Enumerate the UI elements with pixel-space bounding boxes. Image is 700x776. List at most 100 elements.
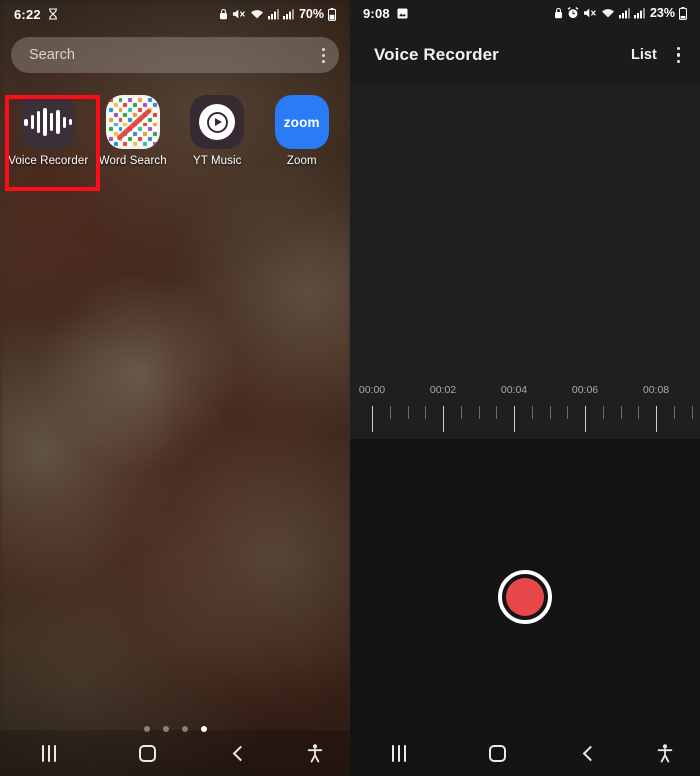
play-ring-glyph [206, 111, 228, 133]
mute-icon [583, 8, 596, 18]
app-voice-recorder[interactable]: Voice Recorder [6, 89, 91, 173]
timeline-tick-minor [531, 406, 533, 419]
timeline-tick-major [656, 406, 657, 432]
voice-recorder-icon[interactable] [21, 95, 76, 149]
app-grid: Voice Recorder Word Search YT Music zoom… [0, 89, 350, 173]
home-icon[interactable] [488, 744, 506, 762]
home-icon[interactable] [138, 744, 156, 762]
recents-icon[interactable] [42, 744, 56, 762]
navigation-bar-left [0, 730, 350, 776]
voice-recorder-app: 9:08 23% Voice Recorder List 00:00 00:02… [350, 0, 700, 776]
accessibility-button[interactable] [630, 743, 700, 763]
status-bar-right-group: 70% [219, 7, 336, 21]
accessibility-button[interactable] [280, 743, 350, 763]
record-area [350, 439, 700, 776]
search-bar[interactable]: Search [11, 37, 339, 73]
kebab-menu-icon[interactable] [676, 47, 680, 63]
timeline-tick-minor [691, 406, 693, 419]
back-button[interactable] [546, 745, 630, 761]
page-dot[interactable] [143, 726, 150, 732]
timeline-tick-minor [496, 406, 498, 419]
timeline-tick-minor [567, 406, 569, 419]
timeline-label: 00:08 [642, 384, 670, 396]
timeline-tick-minor [478, 406, 480, 419]
zoom-wordmark: zoom [283, 114, 320, 130]
list-button[interactable]: List [631, 47, 657, 63]
record-button-fill [506, 578, 544, 616]
search-input[interactable]: Search [29, 47, 75, 63]
back-icon[interactable] [582, 745, 598, 761]
status-time: 9:08 [363, 5, 390, 21]
timeline-ruler[interactable]: 00:00 00:02 00:04 00:06 00:08 [350, 384, 700, 439]
battery-percent: 23% [649, 6, 675, 20]
app-label: YT Music [192, 155, 242, 167]
status-bar-right: 9:08 23% [350, 0, 700, 26]
timeline-label: 00:06 [571, 384, 599, 396]
play-triangle-glyph [214, 118, 222, 126]
timeline-tick-major [372, 406, 373, 432]
app-word-search[interactable]: Word Search [91, 89, 176, 173]
app-yt-music[interactable]: YT Music [175, 89, 260, 173]
waveform-panel[interactable]: 00:00 00:02 00:04 00:06 00:08 [350, 84, 700, 439]
recents-button[interactable] [0, 744, 98, 762]
timeline-label: 00:02 [429, 384, 457, 396]
timeline-tick-minor [460, 406, 462, 419]
timeline-tick-minor [602, 406, 604, 419]
lock-icon [219, 8, 227, 20]
timeline-tick-major [443, 406, 444, 432]
timeline-tick-minor [673, 406, 675, 419]
recents-button[interactable] [350, 744, 448, 762]
kebab-menu-icon[interactable] [322, 47, 325, 63]
header-actions: List [631, 47, 680, 63]
timeline-label: 00:00 [358, 384, 386, 396]
page-dot[interactable] [162, 726, 169, 732]
signal-icon [633, 8, 645, 19]
app-label: Zoom [286, 155, 317, 167]
page-dot[interactable] [181, 726, 188, 732]
page-indicator[interactable] [0, 726, 350, 732]
status-time: 6:22 [14, 6, 41, 22]
app-header: Voice Recorder List [350, 26, 700, 84]
timeline-ticks [350, 406, 700, 440]
battery-icon [679, 6, 687, 20]
zoom-icon[interactable]: zoom [274, 95, 329, 149]
app-label: Voice Recorder [8, 155, 89, 167]
status-bar-left-group: 9:08 [363, 6, 408, 21]
status-bar-left-group: 6:22 [14, 7, 58, 22]
home-button[interactable] [98, 744, 196, 762]
dual-screenshot-container: 6:22 70% Search Voice Recorder Word Sear… [0, 0, 700, 776]
signal-icon [282, 9, 294, 20]
timeline-tick-minor [389, 406, 391, 419]
recents-icon[interactable] [392, 744, 406, 762]
app-label: Word Search [98, 155, 167, 167]
timeline-tick-minor [425, 406, 427, 419]
status-bar-right-group: 23% [554, 6, 687, 20]
home-screen: 6:22 70% Search Voice Recorder Word Sear… [0, 0, 350, 776]
record-button[interactable] [498, 570, 552, 624]
back-icon[interactable] [232, 745, 248, 761]
image-icon [397, 8, 408, 18]
navigation-bar-right [350, 730, 700, 776]
home-button[interactable] [448, 744, 546, 762]
timeline-labels: 00:00 00:02 00:04 00:06 00:08 [350, 384, 700, 402]
play-circle-glyph [199, 104, 236, 140]
page-dot-active[interactable] [200, 726, 207, 732]
signal-icon [618, 8, 630, 19]
timeline-label: 00:04 [500, 384, 528, 396]
yt-music-icon[interactable] [190, 95, 245, 149]
timeline-tick-minor [549, 406, 551, 419]
timeline-tick-major [585, 406, 586, 432]
signal-icon [267, 9, 279, 20]
mute-icon [232, 9, 245, 19]
page-title: Voice Recorder [374, 45, 499, 64]
accessibility-icon[interactable] [657, 743, 673, 763]
status-bar-left: 6:22 70% [0, 0, 350, 28]
word-search-icon[interactable] [105, 95, 160, 149]
hourglass-icon [48, 8, 57, 20]
battery-percent: 70% [298, 7, 324, 21]
app-zoom[interactable]: zoom Zoom [260, 89, 345, 173]
back-button[interactable] [196, 745, 280, 761]
waveform-glyph [24, 107, 73, 137]
accessibility-icon[interactable] [307, 743, 323, 763]
battery-icon [328, 7, 336, 21]
